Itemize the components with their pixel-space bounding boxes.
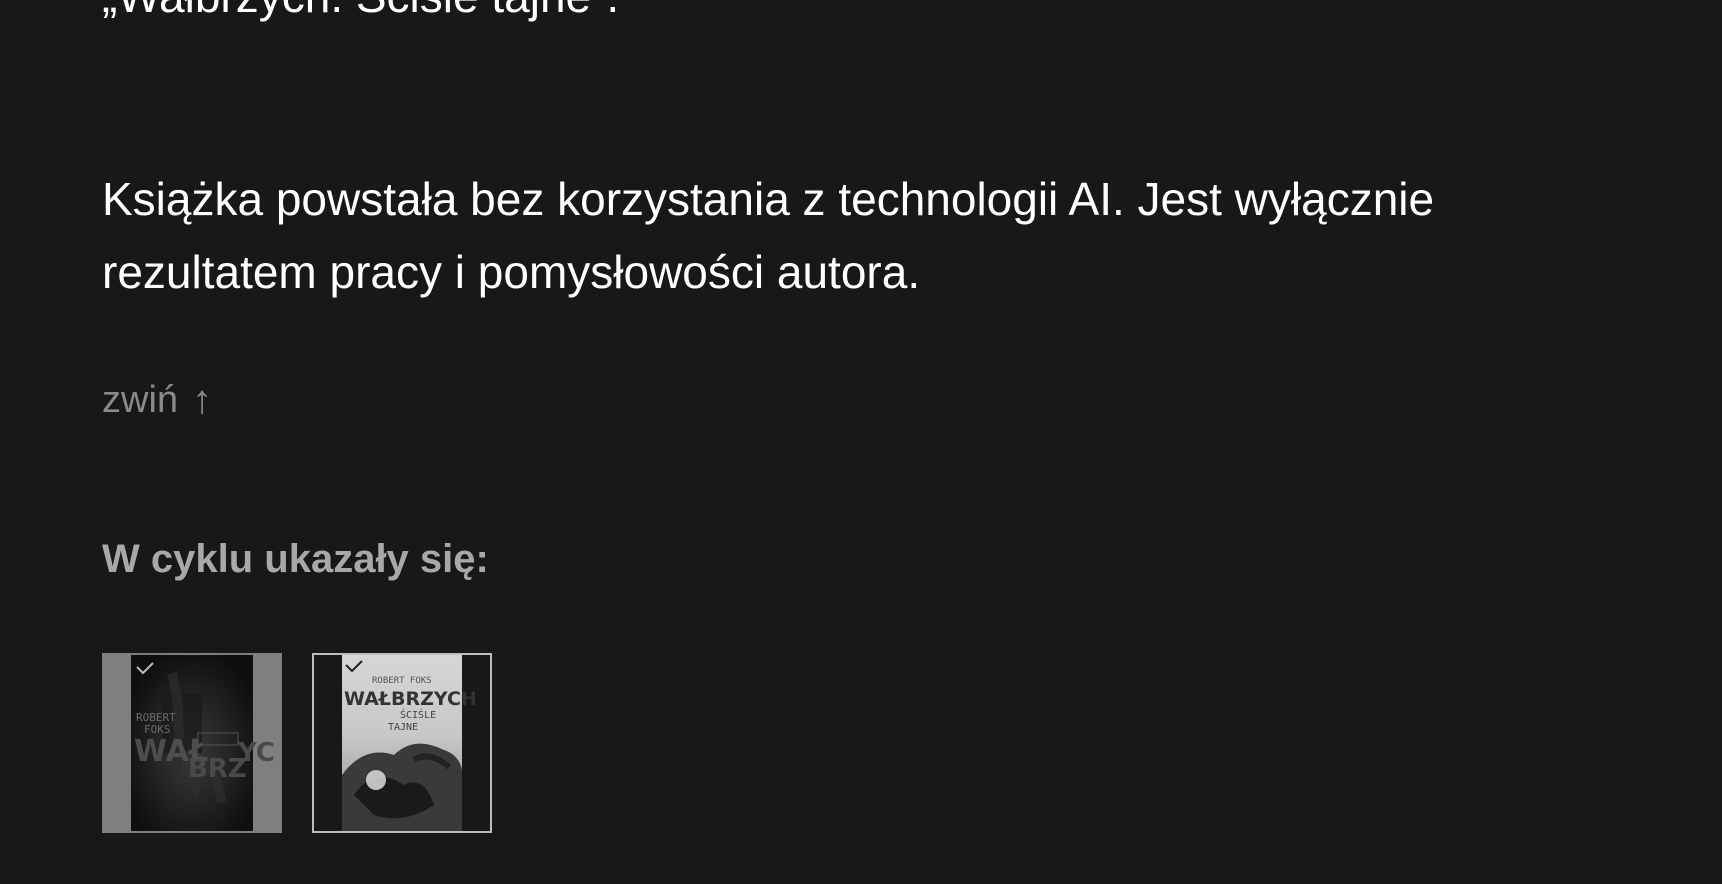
book-cover-image: ROBERT FOKS WAŁ BRZ YC bbox=[131, 655, 275, 831]
arrow-up-icon: ↑ bbox=[192, 378, 213, 422]
cover-title-text: WAŁBRZYCH bbox=[344, 688, 477, 710]
book-cover-image: ROBERT FOKS WAŁBRZYCH ŚCIŚLE TAJNE bbox=[342, 655, 477, 831]
cover-subtitle-text: ŚCIŚLE bbox=[400, 708, 436, 721]
svg-text:YC: YC bbox=[237, 738, 275, 768]
collapse-description-link[interactable]: zwiń ↑ bbox=[102, 372, 212, 428]
description-paragraph: Książka powstała bez korzystania z techn… bbox=[102, 173, 1435, 298]
cover-author-text: ROBERT FOKS bbox=[372, 676, 432, 686]
series-book-list: ROBERT FOKS WAŁ BRZ YC ROBERT FOKS WAŁBR… bbox=[102, 653, 492, 833]
collapse-label: zwiń bbox=[102, 379, 179, 421]
series-heading: W cyklu ukazały się: bbox=[102, 537, 489, 581]
series-book-cover-2[interactable]: ROBERT FOKS WAŁBRZYCH ŚCIŚLE TAJNE bbox=[312, 653, 492, 833]
series-book-cover-1[interactable]: ROBERT FOKS WAŁ BRZ YC bbox=[102, 653, 282, 833]
svg-text:TAJNE: TAJNE bbox=[388, 722, 418, 733]
description-previous-line: „Wałbrzych. Ściśle tajne”. bbox=[102, 0, 619, 26]
